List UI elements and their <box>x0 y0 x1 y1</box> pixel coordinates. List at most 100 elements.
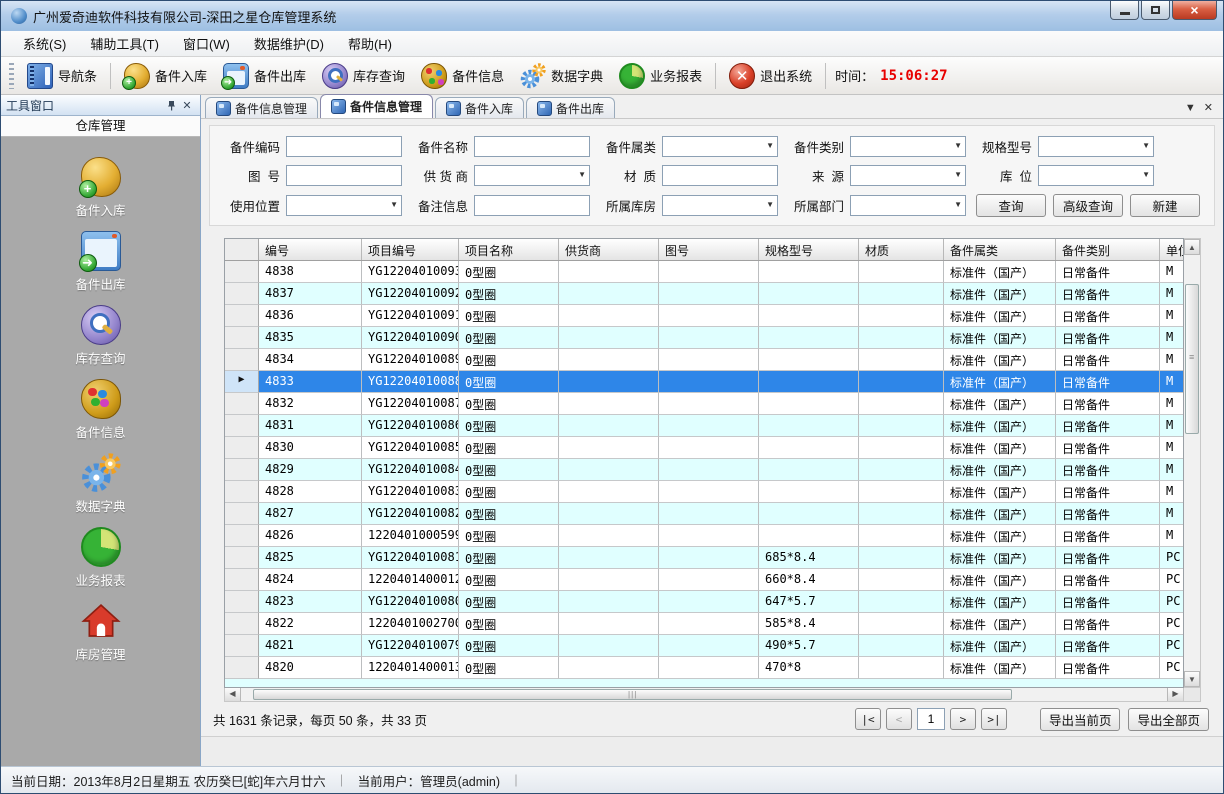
cell-spec[interactable]: 685*8.4 <box>759 547 859 569</box>
toolbar-exit-system[interactable]: 退出系统 <box>721 60 820 92</box>
maximize-button[interactable] <box>1141 1 1170 20</box>
cell-name[interactable]: 0型圈 <box>459 635 559 657</box>
cell-name[interactable]: 0型圈 <box>459 437 559 459</box>
cell-supplier[interactable] <box>559 591 659 613</box>
cell-category[interactable]: 标准件（国产） <box>944 481 1056 503</box>
cell-unit[interactable]: PC <box>1160 547 1184 569</box>
cell-material[interactable] <box>859 437 944 459</box>
cell-material[interactable] <box>859 261 944 283</box>
cell-spec[interactable]: 490*5.7 <box>759 635 859 657</box>
row-selector[interactable] <box>225 349 259 371</box>
scroll-up-icon[interactable]: ▲ <box>1184 239 1200 255</box>
cell-id[interactable]: 4823 <box>259 591 362 613</box>
table-row[interactable]: 4837YG122040100920型圈标准件（国产）日常备件M <box>225 283 1183 305</box>
row-selector[interactable] <box>225 437 259 459</box>
cell-type[interactable]: 日常备件 <box>1056 547 1160 569</box>
table-row[interactable]: 4838YG122040100930型圈标准件（国产）日常备件M <box>225 261 1183 283</box>
cell-figure[interactable] <box>659 371 759 393</box>
cell-spec[interactable] <box>759 393 859 415</box>
cell-unit[interactable]: M <box>1160 305 1184 327</box>
cell-category[interactable]: 标准件（国产） <box>944 437 1056 459</box>
menu-help[interactable]: 帮助(H) <box>336 31 404 56</box>
cell-spec[interactable]: 470*8 <box>759 657 859 679</box>
cell-code[interactable]: 1220401002700 <box>362 613 459 635</box>
cell-material[interactable] <box>859 371 944 393</box>
export-all-pages-button[interactable]: 导出全部页 <box>1128 708 1209 731</box>
cell-name[interactable]: 0型圈 <box>459 349 559 371</box>
cell-unit[interactable]: M <box>1160 349 1184 371</box>
note-input[interactable] <box>474 195 590 216</box>
cell-category[interactable]: 标准件（国产） <box>944 371 1056 393</box>
row-selector[interactable] <box>225 503 259 525</box>
cell-type[interactable]: 日常备件 <box>1056 613 1160 635</box>
cell-material[interactable] <box>859 657 944 679</box>
tab-parts-out[interactable]: 备件出库 <box>526 97 615 118</box>
scroll-down-icon[interactable]: ▼ <box>1184 671 1200 687</box>
cell-type[interactable]: 日常备件 <box>1056 591 1160 613</box>
toolbar-navigator[interactable]: 导航条 <box>19 60 105 92</box>
cell-material[interactable] <box>859 635 944 657</box>
cell-figure[interactable] <box>659 525 759 547</box>
cell-id[interactable]: 4829 <box>259 459 362 481</box>
table-row[interactable]: 482012204014000130型圈470*8标准件（国产）日常备件PC <box>225 657 1183 679</box>
cell-code[interactable]: 1220401400013 <box>362 657 459 679</box>
cell-category[interactable]: 标准件（国产） <box>944 657 1056 679</box>
cell-type[interactable]: 日常备件 <box>1056 525 1160 547</box>
cell-id[interactable]: 4831 <box>259 415 362 437</box>
cell-code[interactable]: YG12204010082 <box>362 503 459 525</box>
cell-unit[interactable]: M <box>1160 525 1184 547</box>
cell-material[interactable] <box>859 569 944 591</box>
cell-id[interactable]: 4834 <box>259 349 362 371</box>
cell-material[interactable] <box>859 283 944 305</box>
row-selector[interactable] <box>225 569 259 591</box>
cell-id[interactable]: 4822 <box>259 613 362 635</box>
table-row[interactable]: 4821YG122040100790型圈490*5.7标准件（国产）日常备件PC <box>225 635 1183 657</box>
parts-code-input[interactable] <box>286 136 402 157</box>
table-row[interactable]: 482212204010027000型圈585*8.4标准件（国产）日常备件PC <box>225 613 1183 635</box>
cell-supplier[interactable] <box>559 415 659 437</box>
cell-id[interactable]: 4833 <box>259 371 362 393</box>
cell-name[interactable]: 0型圈 <box>459 327 559 349</box>
cell-type[interactable]: 日常备件 <box>1056 415 1160 437</box>
cell-figure[interactable] <box>659 591 759 613</box>
cell-unit[interactable]: M <box>1160 283 1184 305</box>
cell-category[interactable]: 标准件（国产） <box>944 459 1056 481</box>
cell-code[interactable]: 1220401400012 <box>362 569 459 591</box>
cell-material[interactable] <box>859 349 944 371</box>
supplier-select[interactable] <box>474 165 590 186</box>
cell-type[interactable]: 日常备件 <box>1056 305 1160 327</box>
column-header[interactable]: 材质 <box>859 239 944 260</box>
row-selector[interactable] <box>225 393 259 415</box>
cell-category[interactable]: 标准件（国产） <box>944 393 1056 415</box>
cell-figure[interactable] <box>659 635 759 657</box>
table-row[interactable]: 4829YG122040100840型圈标准件（国产）日常备件M <box>225 459 1183 481</box>
cell-category[interactable]: 标准件（国产） <box>944 305 1056 327</box>
cell-unit[interactable]: PC <box>1160 569 1184 591</box>
cell-category[interactable]: 标准件（国产） <box>944 547 1056 569</box>
cell-id[interactable]: 4837 <box>259 283 362 305</box>
cell-supplier[interactable] <box>559 393 659 415</box>
page-number-input[interactable] <box>917 708 945 730</box>
cell-id[interactable]: 4824 <box>259 569 362 591</box>
row-selector[interactable] <box>225 261 259 283</box>
column-header[interactable]: 项目名称 <box>459 239 559 260</box>
cell-id[interactable]: 4827 <box>259 503 362 525</box>
toolbar-parts-in[interactable]: + 备件入库 <box>116 60 215 92</box>
cell-unit[interactable]: M <box>1160 415 1184 437</box>
sidebar-item-parts-out[interactable]: ➜ 备件出库 <box>1 225 200 299</box>
cell-figure[interactable] <box>659 349 759 371</box>
cell-supplier[interactable] <box>559 283 659 305</box>
cell-supplier[interactable] <box>559 459 659 481</box>
cell-id[interactable]: 4836 <box>259 305 362 327</box>
cell-figure[interactable] <box>659 261 759 283</box>
sidebar-item-data-dictionary[interactable]: 数据字典 <box>1 447 200 521</box>
cell-name[interactable]: 0型圈 <box>459 569 559 591</box>
parts-name-input[interactable] <box>474 136 590 157</box>
column-header[interactable]: 单位 <box>1160 239 1184 260</box>
cell-id[interactable]: 4828 <box>259 481 362 503</box>
cell-id[interactable]: 4830 <box>259 437 362 459</box>
cell-category[interactable]: 标准件（国产） <box>944 503 1056 525</box>
table-row-partial[interactable] <box>225 679 1183 687</box>
menu-data-maintenance[interactable]: 数据维护(D) <box>242 31 336 56</box>
figure-no-input[interactable] <box>286 165 402 186</box>
